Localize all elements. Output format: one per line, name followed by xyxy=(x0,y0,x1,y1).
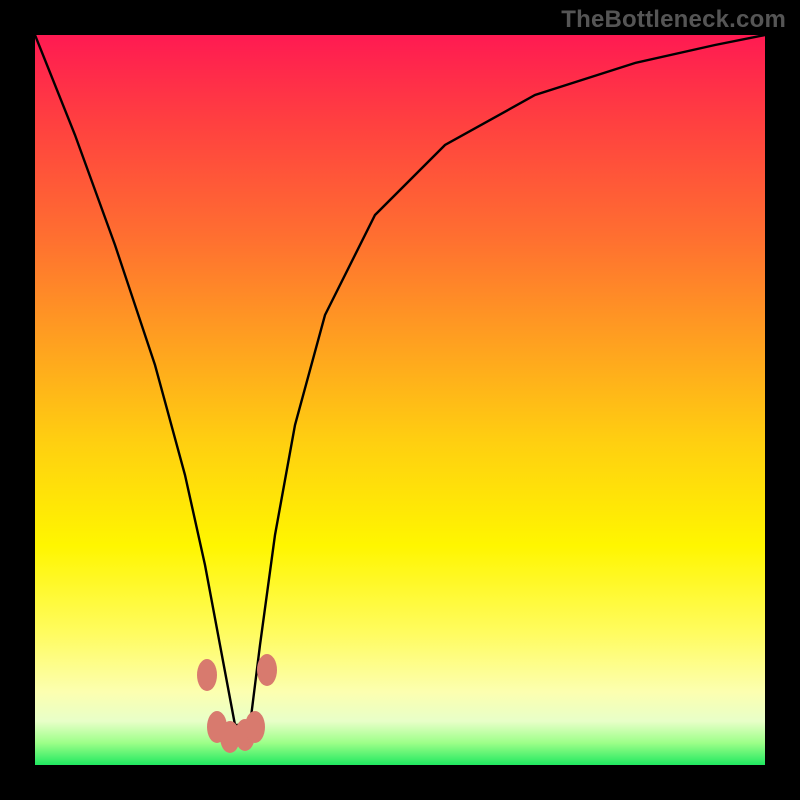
watermark-text: TheBottleneck.com xyxy=(561,6,786,34)
chart-frame: TheBottleneck.com xyxy=(0,0,800,800)
gradient-plot-area xyxy=(35,35,765,765)
